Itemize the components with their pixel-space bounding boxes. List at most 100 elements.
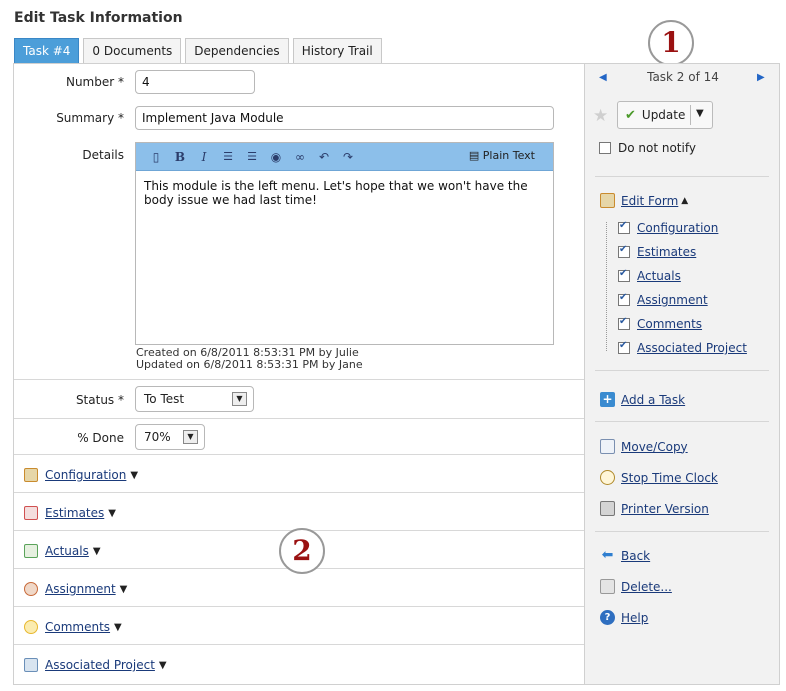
section-label[interactable]: Associated Project: [45, 658, 155, 672]
section-label[interactable]: Actuals: [45, 544, 89, 558]
delete-label[interactable]: Delete...: [621, 580, 672, 594]
update-button[interactable]: ✔ Update ▼: [617, 101, 713, 129]
divider: [14, 454, 584, 455]
number-label: Number *: [65, 75, 124, 89]
new-document-icon[interactable]: ▯: [148, 149, 164, 165]
tab-task[interactable]: Task #4: [14, 38, 80, 64]
help-label[interactable]: Help: [621, 611, 648, 625]
caret-down-icon: ▼: [130, 469, 139, 481]
star-icon[interactable]: ★: [593, 106, 608, 126]
update-label: Update: [641, 108, 686, 122]
stop-time-clock-label[interactable]: Stop Time Clock: [621, 471, 718, 485]
edit-form-item-comments[interactable]: Comments: [618, 316, 702, 331]
move-copy-link[interactable]: Move/Copy: [600, 439, 688, 454]
plain-text-button[interactable]: ▤ Plain Text: [469, 149, 535, 162]
divider: [14, 379, 584, 380]
edit-form-item-configuration[interactable]: Configuration: [618, 220, 718, 235]
comments-checkbox[interactable]: [618, 316, 630, 330]
assignment-checkbox[interactable]: [618, 292, 630, 306]
caret-down-icon: ▼: [92, 545, 101, 557]
move-copy-label[interactable]: Move/Copy: [621, 440, 688, 454]
section-assignment[interactable]: Assignment ▼: [24, 580, 127, 598]
section-label[interactable]: Configuration: [45, 468, 126, 482]
undo-icon[interactable]: ↶: [316, 149, 332, 165]
checkmark-icon: ✔: [625, 107, 636, 123]
delete-link[interactable]: Delete...: [600, 579, 672, 594]
plain-text-label: Plain Text: [482, 149, 535, 162]
printer-version-label[interactable]: Printer Version: [621, 502, 709, 516]
section-associated-project[interactable]: Associated Project ▼: [24, 656, 167, 674]
caret-up-icon: ▲: [681, 195, 689, 206]
section-comments[interactable]: Comments ▼: [24, 618, 122, 636]
estimates-checkbox[interactable]: [618, 244, 630, 258]
section-estimates[interactable]: Estimates ▼: [24, 504, 116, 522]
tab-dependencies[interactable]: Dependencies: [185, 38, 289, 64]
status-select[interactable]: To Test ▼: [135, 386, 254, 412]
pencil-form-icon: [600, 193, 615, 208]
divider: [595, 370, 769, 371]
back-label[interactable]: Back: [621, 549, 650, 563]
calendar-icon: [24, 506, 38, 520]
chevron-down-icon[interactable]: ▼: [696, 108, 704, 119]
associated-project-checkbox[interactable]: [618, 340, 630, 354]
edit-form-item-label[interactable]: Comments: [637, 317, 702, 331]
page-title: Edit Task Information: [14, 10, 183, 26]
back-link[interactable]: ⬅ Back: [600, 547, 651, 563]
edit-form-item-estimates[interactable]: Estimates: [618, 244, 696, 259]
dropdown-divider: [690, 105, 691, 125]
stop-time-clock-link[interactable]: Stop Time Clock: [600, 470, 718, 485]
add-task-link[interactable]: + Add a Task: [600, 392, 685, 407]
redo-icon[interactable]: ↷: [340, 149, 356, 165]
numbered-list-icon[interactable]: ☰: [220, 149, 236, 165]
next-arrow-icon[interactable]: ▶: [757, 72, 765, 83]
details-text[interactable]: This module is the left menu. Let's hope…: [136, 171, 553, 215]
bold-icon[interactable]: B: [172, 149, 188, 165]
edit-form-label[interactable]: Edit Form: [621, 194, 678, 208]
do-not-notify-checkbox[interactable]: [599, 142, 611, 154]
copy-documents-icon: [600, 439, 615, 454]
actuals-checkbox[interactable]: [618, 268, 630, 282]
divider: [14, 606, 584, 607]
edit-form-item-assignment[interactable]: Assignment: [618, 292, 708, 307]
chevron-down-icon[interactable]: ▼: [232, 392, 247, 406]
printer-version-link[interactable]: Printer Version: [600, 501, 709, 516]
configuration-checkbox[interactable]: [618, 220, 630, 234]
add-task-label[interactable]: Add a Task: [621, 393, 685, 407]
edit-form-item-actuals[interactable]: Actuals: [618, 268, 681, 283]
edit-form-link[interactable]: Edit Form ▲: [600, 193, 688, 208]
edit-form-item-label[interactable]: Assignment: [637, 293, 708, 307]
section-configuration[interactable]: Configuration ▼: [24, 466, 138, 484]
bullet-list-icon[interactable]: ☰: [244, 149, 260, 165]
back-arrow-icon: ⬅: [601, 547, 614, 563]
divider: [595, 176, 769, 177]
help-icon: ?: [600, 610, 615, 625]
summary-field[interactable]: Implement Java Module: [135, 106, 554, 130]
italic-icon[interactable]: I: [196, 149, 212, 165]
edit-form-item-label[interactable]: Configuration: [637, 221, 718, 235]
insert-image-icon[interactable]: ◉: [268, 149, 284, 165]
divider: [14, 644, 584, 645]
section-actuals[interactable]: Actuals ▼: [24, 542, 101, 560]
chevron-down-icon[interactable]: ▼: [183, 430, 198, 444]
edit-form-item-associated-project[interactable]: Associated Project: [618, 340, 747, 355]
section-label[interactable]: Comments: [45, 620, 110, 634]
details-editor[interactable]: ▯ B I ☰ ☰ ◉ ∞ ↶ ↷ ▤ Plain Text This modu…: [135, 142, 554, 345]
do-not-notify-row[interactable]: Do not notify: [599, 141, 696, 155]
percent-done-select[interactable]: 70% ▼: [135, 424, 205, 450]
tab-documents[interactable]: 0 Documents: [83, 38, 182, 64]
number-field[interactable]: 4: [135, 70, 255, 94]
details-label: Details: [82, 148, 124, 162]
callout-2: 2: [279, 528, 325, 574]
help-link[interactable]: ? Help: [600, 610, 648, 625]
section-label[interactable]: Estimates: [45, 506, 104, 520]
edit-form-item-label[interactable]: Actuals: [637, 269, 681, 283]
summary-label: Summary *: [56, 111, 124, 125]
document-icon: ▤: [468, 149, 483, 162]
edit-form-item-label[interactable]: Estimates: [637, 245, 696, 259]
link-icon[interactable]: ∞: [292, 149, 308, 165]
tab-history-trail[interactable]: History Trail: [292, 38, 382, 64]
section-label[interactable]: Assignment: [45, 582, 116, 596]
caret-down-icon: ▼: [108, 507, 116, 519]
edit-form-item-label[interactable]: Associated Project: [637, 341, 747, 355]
caret-down-icon: ▼: [119, 583, 128, 595]
